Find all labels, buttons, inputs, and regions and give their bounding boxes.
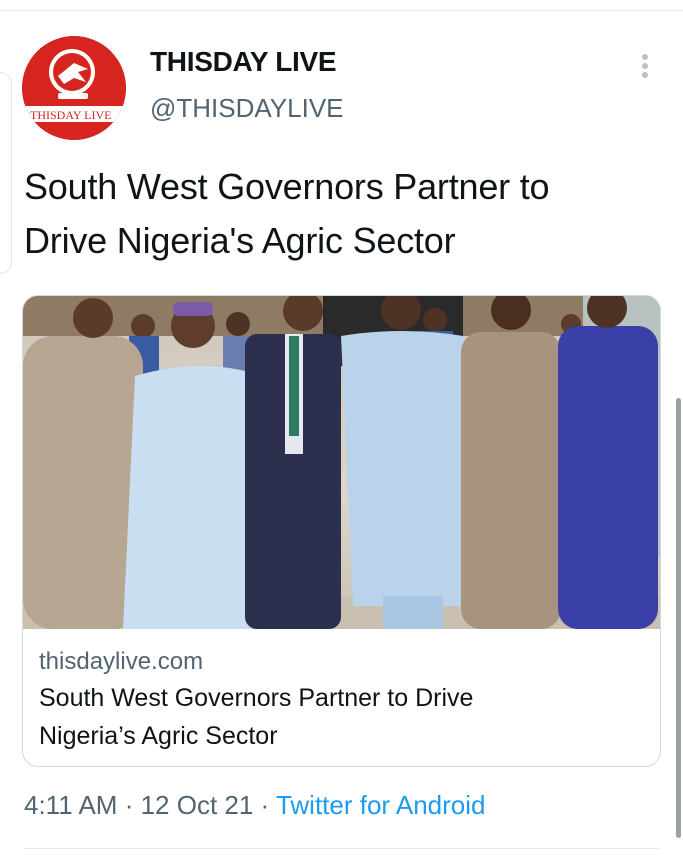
tweet-time[interactable]: 4:11 AM [24, 790, 117, 820]
card-title[interactable]: South West Governors Partner to Drive Ni… [39, 679, 639, 755]
tweet-date[interactable]: 12 Oct 21 [141, 790, 254, 820]
more-vertical-icon[interactable] [636, 52, 654, 80]
tweet-text-line: South West Governors Partner to [24, 166, 550, 207]
separator: · [117, 790, 141, 820]
tweet-meta: 4:11 AM · 12 Oct 21 · Twitter for Androi… [24, 790, 486, 821]
link-card[interactable]: thisdaylive.com South West Governors Par… [22, 295, 661, 767]
avatar[interactable]: THISDAY LIVE [22, 36, 126, 140]
tweet-source-link[interactable]: Twitter for Android [276, 790, 486, 820]
previous-card-edge [0, 72, 12, 274]
tweet-text-line: Drive Nigeria's Agric Sector [24, 220, 456, 261]
tweet-text: South West Governors Partner to Drive Ni… [24, 160, 674, 268]
bottom-divider [24, 848, 660, 849]
article-photo[interactable] [23, 296, 660, 629]
user-handle[interactable]: @THISDAYLIVE [150, 93, 344, 124]
thisday-logo-icon: THISDAY LIVE [22, 36, 126, 140]
scrollbar[interactable] [676, 398, 681, 838]
card-title-line: Nigeria’s Agric Sector [39, 722, 278, 750]
separator: · [253, 790, 276, 820]
top-divider [0, 10, 683, 11]
card-domain[interactable]: thisdaylive.com [39, 648, 203, 676]
card-title-line: South West Governors Partner to Drive [39, 684, 474, 712]
svg-text:THISDAY LIVE: THISDAY LIVE [30, 108, 111, 122]
display-name[interactable]: THISDAY LIVE [150, 46, 337, 78]
